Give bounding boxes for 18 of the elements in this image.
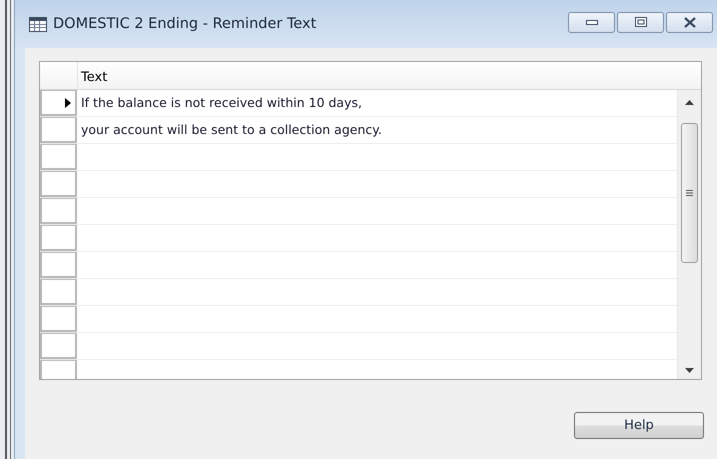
maximize-button[interactable] bbox=[617, 12, 664, 32]
table-icon bbox=[29, 16, 47, 32]
grip-icon bbox=[686, 190, 693, 196]
help-button[interactable]: Help bbox=[574, 412, 704, 439]
scrollbar[interactable] bbox=[677, 90, 701, 379]
scroll-down-icon[interactable] bbox=[685, 368, 694, 373]
close-button[interactable] bbox=[666, 12, 713, 32]
maximize-icon bbox=[634, 17, 646, 27]
window-title: DOMESTIC 2 Ending - Reminder Text bbox=[53, 16, 318, 32]
current-row-icon bbox=[65, 98, 71, 108]
close-icon bbox=[684, 16, 696, 28]
scroll-thumb[interactable] bbox=[681, 123, 698, 263]
minimize-icon bbox=[586, 20, 598, 24]
scroll-up-icon[interactable] bbox=[685, 100, 694, 105]
table-cell[interactable]: your account will be sent to a collection agency. bbox=[77, 117, 677, 143]
row-selector[interactable] bbox=[40, 90, 77, 116]
table-cell[interactable]: If the balance is not received within 10 days, bbox=[77, 90, 677, 116]
minimize-button[interactable] bbox=[568, 12, 615, 32]
